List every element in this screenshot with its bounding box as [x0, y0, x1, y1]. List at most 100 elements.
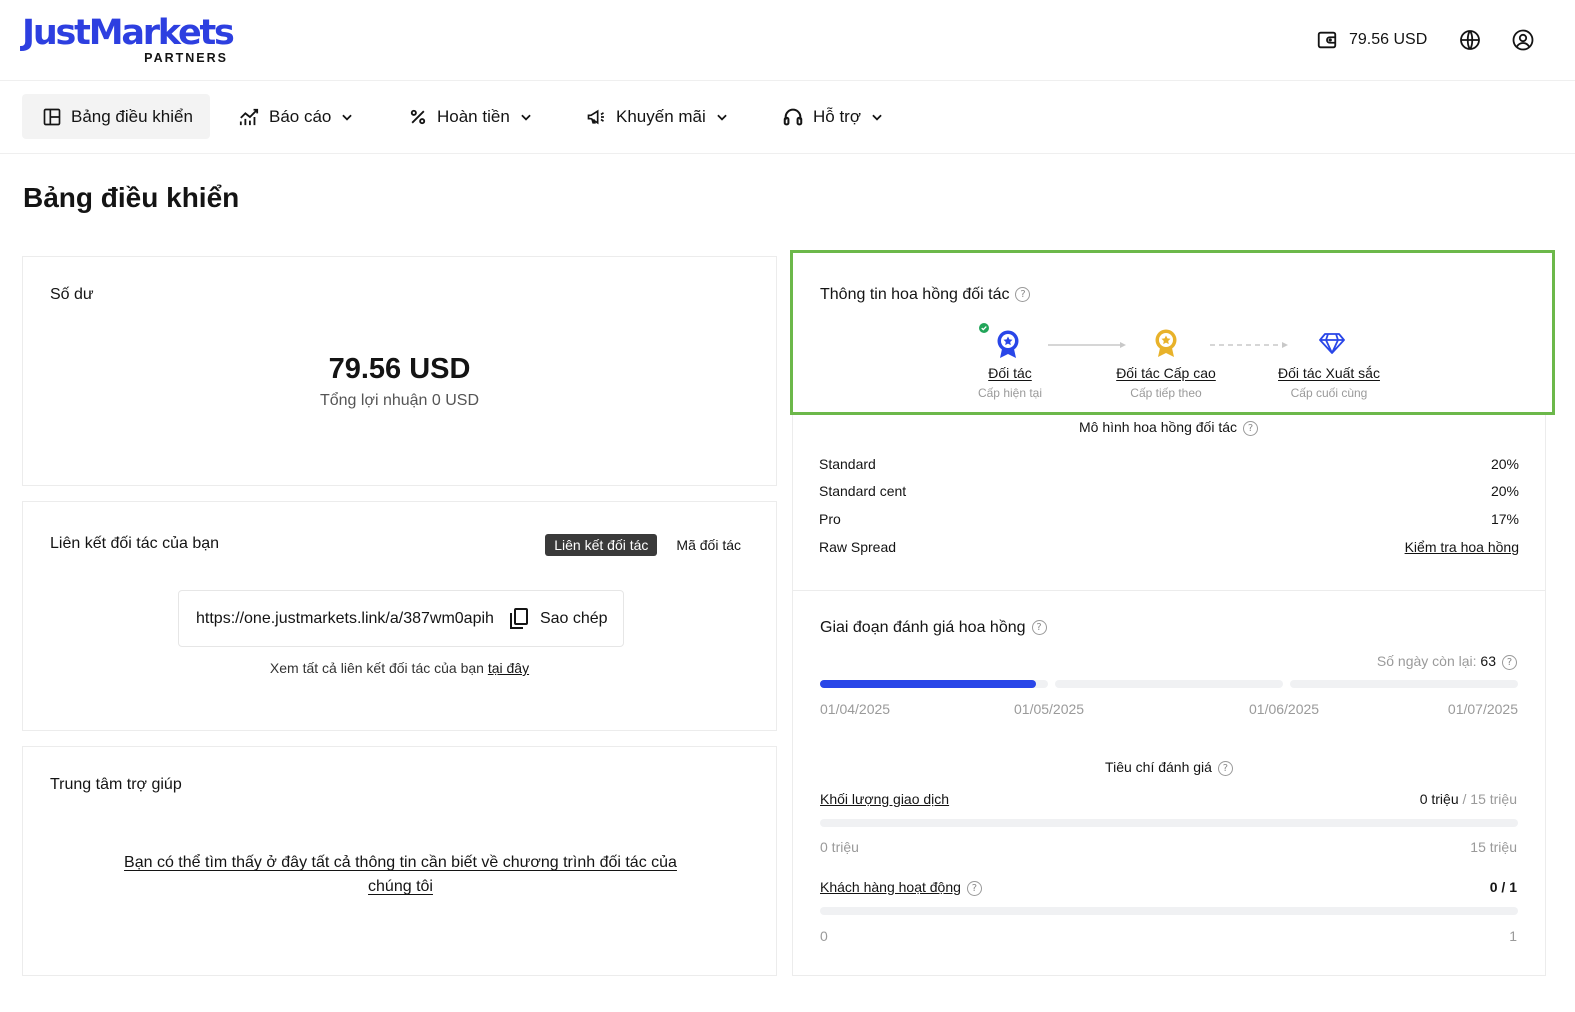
- account-type: Standard: [819, 456, 876, 472]
- help-circle-icon[interactable]: ?: [1031, 620, 1047, 636]
- active-clients-max: 1: [1509, 928, 1517, 944]
- user-icon[interactable]: [1511, 28, 1535, 52]
- help-center-card: Trung tâm trợ giúp Bạn có thể tìm thấy ở…: [22, 746, 777, 976]
- dashed-arrow-right-icon: [1210, 342, 1288, 348]
- commission-value: 17%: [1490, 511, 1519, 527]
- level-name[interactable]: Đối tác: [940, 365, 1080, 381]
- commission-value: 20%: [1490, 456, 1519, 472]
- main-nav: Bảng điều khiển Báo cáo Hoàn tiền Khuyến…: [0, 81, 1575, 154]
- help-circle-icon[interactable]: ?: [966, 880, 982, 896]
- table-row: Standard cent 20%: [819, 483, 1519, 499]
- chart-icon: [239, 108, 259, 125]
- level-status: Cấp tiếp theo: [1130, 386, 1202, 400]
- logo-subtitle: PARTNERS: [144, 51, 228, 65]
- nav-dashboard-label: Bảng điều khiển: [71, 106, 193, 126]
- all-links-here-link[interactable]: tại đây: [488, 660, 529, 676]
- chevron-down-icon: [717, 114, 727, 121]
- page-title: Bảng điều khiển: [23, 182, 240, 213]
- date-label: 01/07/2025: [1447, 701, 1518, 717]
- balance-title: Số dư: [50, 286, 94, 303]
- globe-icon[interactable]: [1458, 28, 1482, 52]
- link-tabs: Liên kết đối tác Mã đối tác: [545, 534, 750, 556]
- days-remaining: Số ngày còn lại: 63?: [1377, 653, 1517, 670]
- active-clients-link[interactable]: Khách hàng hoạt động: [820, 879, 961, 895]
- help-center-link[interactable]: Bạn có thể tìm thấy ở đây tất cả thông t…: [123, 851, 678, 899]
- copy-button[interactable]: Sao chép: [508, 607, 608, 631]
- header-balance-value: 79.56 USD: [1349, 31, 1428, 48]
- level-elite-partner: Đối tác Xuất sắc Cấp cuối cùng: [1259, 365, 1399, 400]
- date-label: 01/04/2025: [820, 701, 891, 717]
- evaluation-progress: [820, 680, 1036, 688]
- help-circle-icon[interactable]: ?: [1502, 654, 1517, 670]
- diamond-icon: [1319, 333, 1345, 354]
- tab-partner-code[interactable]: Mã đối tác: [667, 534, 750, 556]
- level-status: Cấp cuối cùng: [1290, 386, 1368, 400]
- evaluation-title-wrap: Giai đoạn đánh giá hoa hồng?: [820, 619, 1047, 637]
- active-clients-wrap: Khách hàng hoạt động?: [820, 879, 982, 896]
- arrow-right-icon: [1048, 342, 1126, 348]
- nav-promotions[interactable]: Khuyến mãi: [573, 94, 741, 139]
- trading-volume-link[interactable]: Khối lượng giao dịch: [820, 791, 949, 807]
- level-name[interactable]: Đối tác Cấp cao: [1096, 365, 1236, 381]
- partner-medal-icon: [997, 330, 1019, 358]
- senior-partner-medal-icon: [1155, 329, 1177, 357]
- partner-link-title: Liên kết đối tác của bạn: [50, 535, 220, 552]
- justmarkets-logo[interactable]: JustMarkets PARTNERS: [22, 12, 235, 68]
- trading-volume-value: 0 triệu / 15 triệu: [1420, 791, 1517, 807]
- balance-amount: 79.56 USD: [328, 353, 471, 385]
- date-label: 01/05/2025: [1014, 701, 1085, 717]
- level-senior-partner: Đối tác Cấp cao Cấp tiếp theo: [1096, 365, 1236, 400]
- account-type: Standard cent: [819, 483, 907, 499]
- commission-info-title-wrap: Thông tin hoa hồng đối tác?: [820, 286, 1031, 304]
- trading-volume-current: 0 triệu: [1419, 791, 1459, 807]
- level-partner: Đối tác Cấp hiện tại: [940, 365, 1080, 400]
- table-row: Pro 17%: [819, 511, 1519, 527]
- table-row: Raw Spread Kiểm tra hoa hồng: [819, 539, 1519, 555]
- chevron-down-icon: [521, 114, 531, 121]
- active-clients-value: 0 / 1: [1489, 879, 1517, 895]
- header: JustMarkets PARTNERS 79.56 USD: [0, 0, 1575, 81]
- all-links-note-text: Xem tất cả liên kết đối tác của bạn: [269, 660, 484, 676]
- nav-dashboard[interactable]: Bảng điều khiển: [22, 94, 210, 139]
- check-badge-icon: [979, 323, 989, 333]
- commission-model-card: [792, 414, 1546, 591]
- dashboard-icon: [43, 108, 61, 125]
- copy-icon: [509, 607, 528, 629]
- account-type: Raw Spread: [819, 539, 897, 555]
- nav-cashback[interactable]: Hoàn tiền: [396, 94, 545, 139]
- nav-support[interactable]: Hỗ trợ: [770, 94, 896, 139]
- nav-reports[interactable]: Báo cáo: [226, 94, 366, 139]
- commission-info-title: Thông tin hoa hồng đối tác: [820, 286, 1010, 303]
- partner-link-card: Liên kết đối tác của bạn Liên kết đối tá…: [22, 501, 777, 731]
- chevron-down-icon: [872, 114, 882, 121]
- nav-cashback-label: Hoàn tiền: [437, 106, 510, 126]
- commission-info-card: Thông tin hoa hồng đối tác? Đối tác Cấp …: [790, 250, 1555, 415]
- timeline-month-2: [1055, 680, 1283, 688]
- header-balance[interactable]: 79.56 USD: [1316, 28, 1427, 52]
- help-circle-icon[interactable]: ?: [1217, 760, 1233, 776]
- percent-icon: [410, 109, 426, 124]
- headset-icon: [783, 108, 803, 125]
- commission-model-title: Mô hình hoa hồng đối tác: [1078, 419, 1237, 435]
- evaluation-card: Giai đoạn đánh giá hoa hồng? Số ngày còn…: [792, 590, 1546, 976]
- all-links-note: Xem tất cả liên kết đối tác của bạn tại …: [23, 660, 776, 676]
- help-circle-icon[interactable]: ?: [1015, 287, 1031, 303]
- commission-value: 20%: [1490, 483, 1519, 499]
- wallet-icon: [1317, 31, 1337, 49]
- tab-partner-link[interactable]: Liên kết đối tác: [545, 534, 658, 556]
- nav-reports-label: Báo cáo: [269, 106, 332, 126]
- level-name[interactable]: Đối tác Xuất sắc: [1259, 365, 1399, 381]
- trading-volume-max: 15 triệu: [1470, 839, 1517, 855]
- evaluation-title: Giai đoạn đánh giá hoa hồng: [820, 619, 1026, 636]
- nav-promotions-label: Khuyến mãi: [616, 106, 706, 126]
- partner-link-box: https://one.justmarkets.link/a/387wm0api…: [178, 590, 624, 647]
- help-circle-icon[interactable]: ?: [1243, 420, 1258, 436]
- days-remaining-value: 63: [1480, 653, 1496, 669]
- check-commission-link[interactable]: Kiểm tra hoa hồng: [1405, 539, 1519, 555]
- nav-support-label: Hỗ trợ: [813, 106, 861, 126]
- partner-link-url[interactable]: https://one.justmarkets.link/a/387wm0api…: [196, 610, 494, 628]
- table-row: Standard 20%: [819, 456, 1519, 472]
- days-remaining-label: Số ngày còn lại:: [1376, 653, 1477, 669]
- account-type: Pro: [819, 511, 841, 527]
- trading-volume-min: 0 triệu: [820, 839, 859, 855]
